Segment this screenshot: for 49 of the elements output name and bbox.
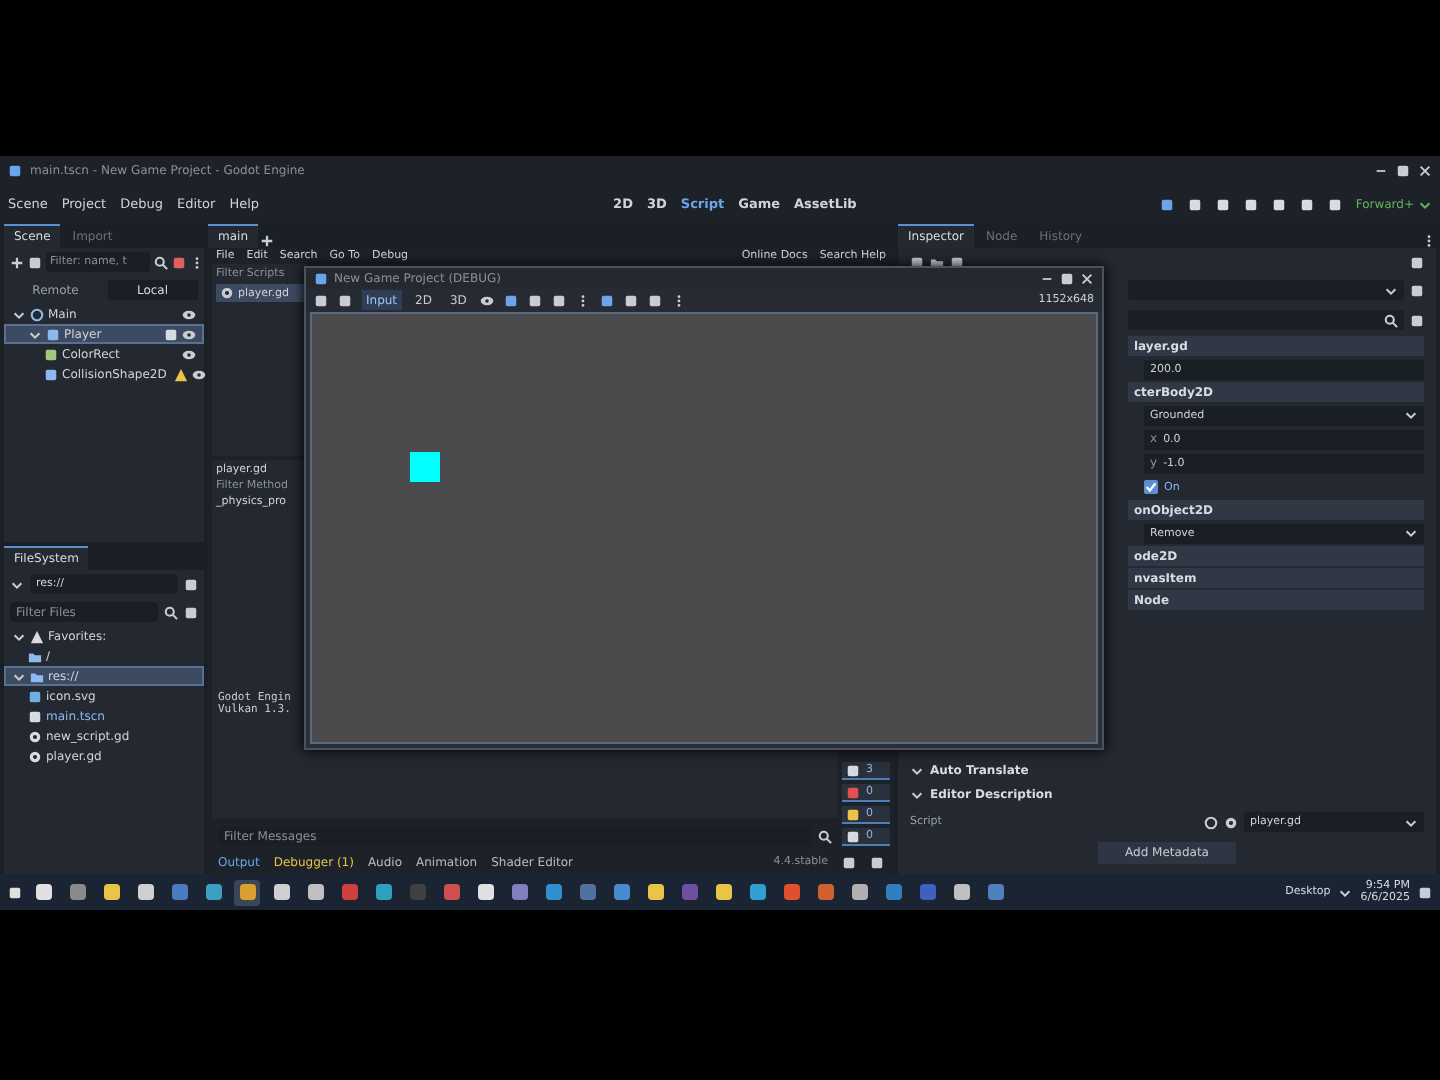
- rect-icon: [44, 347, 58, 361]
- more-icon: [190, 255, 204, 269]
- caret-icon: [1404, 526, 1418, 540]
- taskbar-app-icon[interactable]: [234, 879, 260, 905]
- taskbar-app-icon[interactable]: [132, 879, 158, 905]
- caret-icon: [12, 669, 26, 683]
- caret-icon: [1404, 815, 1418, 829]
- gear-icon: [1224, 815, 1238, 829]
- taskbar-app-icon[interactable]: [948, 879, 974, 905]
- caret-icon: [12, 629, 26, 643]
- caret-icon: [1418, 197, 1432, 211]
- maximize-icon: [1396, 163, 1410, 177]
- taskbar-app-icon[interactable]: [846, 879, 872, 905]
- taskbar-app-icon[interactable]: [30, 879, 56, 905]
- taskbar-app-icon[interactable]: [642, 879, 668, 905]
- gear-icon: [220, 286, 234, 300]
- caret-icon: [1404, 408, 1418, 422]
- search-icon: [154, 255, 168, 269]
- taskbar-app-icon[interactable]: [744, 879, 770, 905]
- search-icon: [1384, 313, 1398, 327]
- search-icon: [818, 829, 832, 843]
- taskbar-app-icon[interactable]: [302, 879, 328, 905]
- player-square: [410, 452, 440, 482]
- close-icon: [1080, 271, 1094, 285]
- filter-properties-field[interactable]: [1128, 310, 1404, 330]
- caret-icon: [1384, 283, 1398, 297]
- visibility-icon: [182, 327, 196, 341]
- maximize-icon: [1060, 271, 1074, 285]
- add-tab-icon: [260, 234, 274, 248]
- stop-icon: [314, 293, 328, 307]
- taskbar-app-icon[interactable]: [98, 879, 124, 905]
- more-icon: [1422, 234, 1436, 248]
- taskbar-app-icon[interactable]: [200, 879, 226, 905]
- checkbox[interactable]: [1144, 480, 1158, 494]
- check-icon: [1144, 480, 1158, 494]
- chevron-icon: [1338, 885, 1353, 899]
- visibility-icon: [480, 293, 495, 307]
- close-icon: [1418, 163, 1432, 177]
- add-icon: [10, 255, 24, 269]
- back-icon: [10, 577, 24, 591]
- visibility-icon: [182, 347, 196, 361]
- reset-icon: [1204, 815, 1218, 829]
- taskbar-app-icon[interactable]: [472, 879, 498, 905]
- search-icon: [164, 605, 178, 619]
- taskbar-app-icon[interactable]: [710, 879, 736, 905]
- visibility-icon: [182, 307, 196, 321]
- taskbar-app-icon[interactable]: [268, 879, 294, 905]
- node-icon: [30, 307, 44, 321]
- taskbar-app-icon[interactable]: [370, 879, 396, 905]
